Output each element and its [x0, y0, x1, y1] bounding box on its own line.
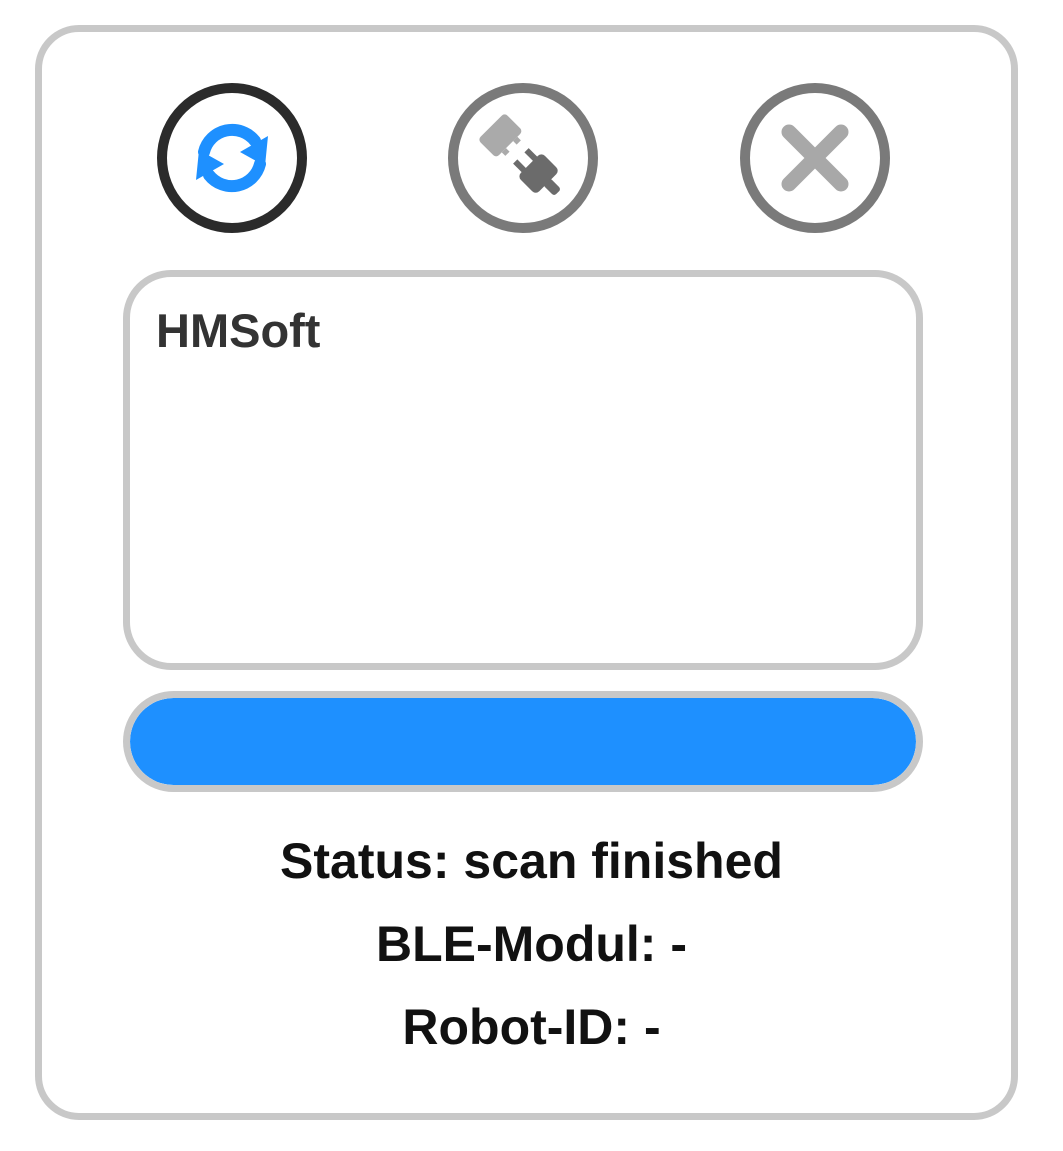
robot-id-text: Robot-ID: -: [402, 999, 661, 1055]
refresh-icon: [196, 123, 268, 193]
refresh-button[interactable]: [157, 83, 307, 233]
scan-progress-fill: [130, 698, 916, 785]
status-text: Status: scan finished: [280, 833, 783, 889]
device-list-item[interactable]: HMSoft: [156, 305, 890, 357]
scan-progress-bar: [123, 691, 923, 792]
close-icon: [781, 124, 849, 192]
device-list[interactable]: HMSoft: [123, 270, 923, 670]
ble-module-text: BLE-Modul: -: [375, 916, 687, 972]
close-button[interactable]: [740, 83, 890, 233]
connect-button[interactable]: [448, 83, 598, 233]
plug-icon: [479, 114, 560, 195]
